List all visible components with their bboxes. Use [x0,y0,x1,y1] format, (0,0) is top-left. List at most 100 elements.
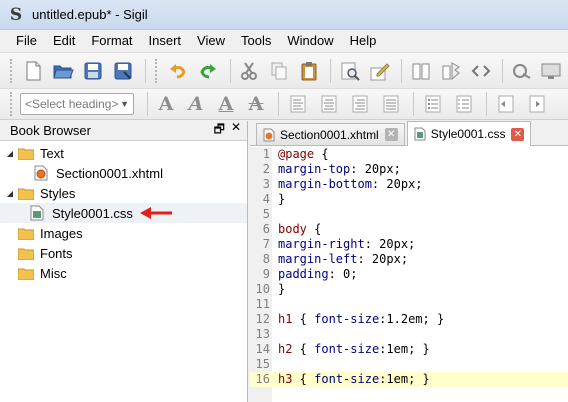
align-right-button[interactable] [346,90,374,118]
code-text: padding: 0; [278,267,358,281]
code-line[interactable]: 7 margin-right: 20px; [250,237,568,252]
menu-window[interactable]: Window [279,31,341,51]
cut-button[interactable] [236,57,263,85]
spellcheck-tool-button[interactable] [508,57,535,85]
bullet-list-icon [425,95,441,113]
undo-button[interactable] [165,57,192,85]
code-line[interactable]: 8 margin-left: 20px; [250,252,568,267]
tab-style-css[interactable]: Style0001.css ✕ [406,121,532,146]
paste-button[interactable] [295,57,322,85]
folder-icon [18,248,34,260]
copy-icon [271,62,287,79]
code-line[interactable]: 14 h2 { font-size:1em; } [250,342,568,357]
menu-format[interactable]: Format [83,31,140,51]
code-line[interactable]: 12 h1 { font-size:1.2em; } [250,312,568,327]
find-replace-icon [341,62,360,81]
indent-button[interactable] [523,90,551,118]
tab-section-xhtml[interactable]: Section0001.xhtml ✕ [256,123,405,145]
new-file-button[interactable] [20,57,47,85]
line-number: 16 [255,372,270,386]
expand-arrow-icon[interactable]: ◢ [4,189,16,198]
expand-arrow-icon[interactable]: ◢ [4,149,16,158]
undo-icon [170,63,186,78]
tree-item-label: Images [40,225,83,241]
tree-item-images-folder[interactable]: Images [0,223,247,243]
tree-item-style-css[interactable]: Style0001.css [0,203,247,223]
code-line[interactable]: 9 padding: 0; [250,267,568,282]
code-line[interactable]: 11 [250,297,568,312]
menu-view[interactable]: View [189,31,233,51]
align-left-button[interactable] [284,90,312,118]
code-line[interactable]: 1 @page { [250,147,568,162]
toolbar-separator [144,58,146,83]
code-editor[interactable]: 1 @page {2 margin-top: 20px; 3 margin-bottom… [250,147,568,402]
metadata-button[interactable] [538,57,565,85]
tree-item-label: Styles [40,185,76,201]
tree-item-styles-folder[interactable]: ◢ Styles [0,183,247,203]
open-file-button[interactable] [50,57,77,85]
code-line[interactable]: 15 [250,357,568,372]
code-line[interactable]: 10} [250,282,568,297]
toolbar-separator [147,92,148,116]
new-file-icon [26,61,41,80]
menu-tools[interactable]: Tools [233,31,279,51]
align-left-icon [290,95,306,113]
save-button[interactable] [80,57,107,85]
line-number: 12 [255,312,270,326]
toolbar-grip[interactable] [154,58,159,83]
italic-button[interactable]: A [183,91,209,117]
code-line[interactable]: 16 h3 { font-size:1em; } [250,372,568,387]
code-line[interactable]: 2 margin-top: 20px; [250,162,568,177]
line-number: 8 [262,252,270,266]
menu-help[interactable]: Help [342,31,385,51]
code-line[interactable]: 5 [250,207,568,222]
underline-button[interactable]: A [213,91,239,117]
tree-item-fonts-folder[interactable]: Fonts [0,243,247,263]
line-number: 10 [255,282,270,296]
line-number: 2 [262,162,270,176]
code-line[interactable]: 13 [250,327,568,342]
copy-button[interactable] [265,57,292,85]
folder-icon [18,188,34,200]
float-panel-icon[interactable]: 🗗 [214,120,225,141]
strikethrough-button[interactable]: A [243,91,269,117]
outdent-button[interactable] [492,90,520,118]
close-tab-icon[interactable]: ✕ [511,127,525,141]
menu-insert[interactable]: Insert [141,31,190,51]
close-tab-icon[interactable]: ✕ [384,128,398,141]
editor-tabs: Section0001.xhtml ✕ Style0001.css ✕ [250,121,568,146]
bullet-list-button[interactable] [419,90,447,118]
code-line[interactable]: 4} [250,192,568,207]
code-view-button[interactable] [467,57,494,85]
code-line[interactable]: 3 margin-bottom: 20px; [250,177,568,192]
tab-label: Section0001.xhtml [280,127,379,142]
redo-button[interactable] [195,57,222,85]
heading-select[interactable]: <Select heading> ▼ [20,93,134,115]
split-view-button[interactable] [437,57,464,85]
code-line[interactable]: 6 body { [250,222,568,237]
tree-item-misc-folder[interactable]: Misc [0,263,247,283]
xhtml-file-icon [263,128,275,141]
bold-button[interactable]: A [153,91,179,117]
menu-file[interactable]: File [8,31,45,51]
tree-item-label: Section0001.xhtml [56,165,163,181]
tree-item-section-xhtml[interactable]: Section0001.xhtml [0,163,247,183]
code-text: h3 { font-size:1em; } [278,372,430,386]
numbered-list-button[interactable] [450,90,478,118]
align-center-button[interactable] [315,90,343,118]
justify-button[interactable] [377,90,405,118]
menu-edit[interactable]: Edit [45,31,83,51]
format-toolbar: <Select heading> ▼ A A A A [0,88,568,120]
book-view-button[interactable] [407,57,434,85]
toolbar-grip[interactable] [10,58,14,83]
tree-item-text-folder[interactable]: ◢ Text [0,143,247,163]
bold-icon: A [158,93,174,115]
toolbar-grip[interactable] [10,92,14,116]
find-replace-button[interactable] [336,57,363,85]
line-number: 9 [262,267,270,281]
underline-icon: A [218,93,234,115]
save-as-button[interactable] [110,57,137,85]
close-panel-icon[interactable]: ✕ [231,120,241,141]
xhtml-file-icon [34,165,48,181]
spellcheck-button[interactable] [366,57,393,85]
